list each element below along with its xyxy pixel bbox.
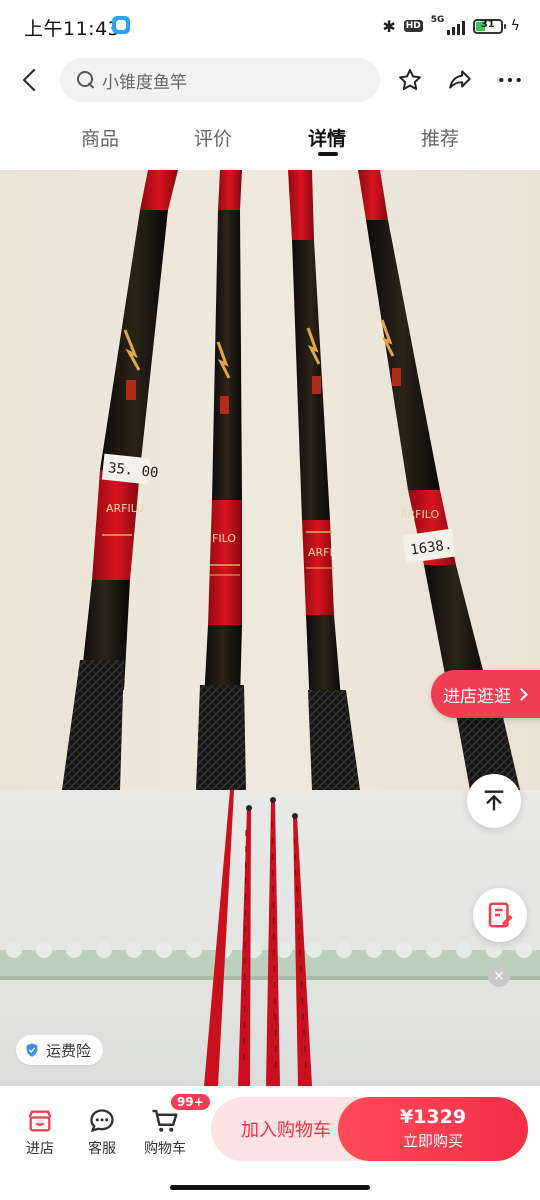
battery-level: 31	[480, 18, 495, 30]
charging-icon: ϟ	[510, 18, 520, 34]
back-button[interactable]	[14, 62, 46, 98]
rod-2: FILO	[196, 170, 246, 790]
cart-label: 购物车	[144, 1141, 186, 1157]
back-to-top-button[interactable]	[467, 774, 521, 828]
status-time: 上午11:43	[24, 18, 121, 40]
insurance-label: 运费险	[46, 1041, 92, 1060]
active-tab-indicator	[318, 152, 338, 156]
shield-check-icon	[26, 1043, 38, 1057]
rod-1: 35. 00 ARFILO	[62, 170, 178, 790]
section-tabs: 商品 评价 详情 推荐	[0, 110, 540, 170]
brand-text-2: FILO	[212, 532, 236, 545]
buy-now-button[interactable]: ¥1329 立即购买	[338, 1097, 528, 1161]
favorite-star-icon[interactable]	[392, 62, 428, 98]
store-button[interactable]: 进店	[10, 1106, 70, 1158]
more-options-icon[interactable]	[492, 62, 528, 98]
chat-bubble-icon	[90, 1109, 114, 1133]
app-notification-icon	[112, 16, 130, 34]
cart-count-badge: 99+	[171, 1094, 210, 1110]
tab-reviews[interactable]: 评价	[173, 124, 253, 151]
cart-button[interactable]: 购物车 99+	[135, 1094, 210, 1158]
tab-recommend[interactable]: 推荐	[400, 124, 480, 151]
bottom-action-bar: 进店 客服 购物车 99+ 加入购物车 ¥1329 立即购买	[0, 1086, 540, 1200]
buy-now-label: 立即购买	[402, 1132, 463, 1150]
back-to-top-icon	[484, 790, 504, 811]
add-to-cart-label: 加入购物车	[241, 1120, 331, 1141]
status-bar: 上午11:43 ✱ HD 5G 31 ϟ	[0, 0, 540, 52]
network-type: 5G	[430, 15, 445, 25]
hd-badge: HD	[403, 20, 423, 32]
search-query: 小锥度鱼竿	[102, 72, 187, 93]
search-bar[interactable]: 小锥度鱼竿	[60, 58, 380, 102]
brand-text-3: ARFI	[308, 546, 333, 559]
shipping-insurance-badge: 运费险	[16, 1035, 104, 1065]
status-indicators: ✱ HD 5G 31 ϟ	[382, 15, 520, 37]
share-icon[interactable]	[442, 62, 478, 98]
top-nav-bar: 小锥度鱼竿	[0, 52, 540, 108]
home-indicator[interactable]	[170, 1185, 370, 1190]
store-label: 进店	[26, 1141, 54, 1157]
customer-service-button[interactable]: 客服	[72, 1106, 132, 1158]
signal-icon: 5G	[430, 15, 465, 35]
visit-store-button[interactable]: 进店逛逛	[431, 670, 540, 718]
visit-store-label: 进店逛逛	[443, 686, 511, 707]
service-label: 客服	[88, 1141, 116, 1157]
edit-note-icon	[488, 902, 513, 928]
brand-text-4: ARFILO	[400, 508, 439, 521]
search-icon	[76, 70, 96, 90]
rod-3: ARFI	[288, 170, 360, 790]
chevron-right-icon	[515, 687, 528, 701]
store-icon	[28, 1110, 52, 1132]
rods-standing	[204, 790, 312, 1086]
bluetooth-icon: ✱	[382, 16, 396, 36]
shopping-cart-icon	[152, 1109, 178, 1132]
battery-icon: 31	[472, 18, 506, 34]
notes-button[interactable]	[473, 888, 527, 942]
buy-price: ¥1329	[399, 1106, 467, 1128]
tab-product[interactable]: 商品	[60, 124, 140, 151]
close-float-button[interactable]: ×	[488, 965, 510, 987]
tab-details[interactable]: 详情	[287, 124, 367, 151]
brand-text-1: ARFILO	[106, 502, 145, 515]
